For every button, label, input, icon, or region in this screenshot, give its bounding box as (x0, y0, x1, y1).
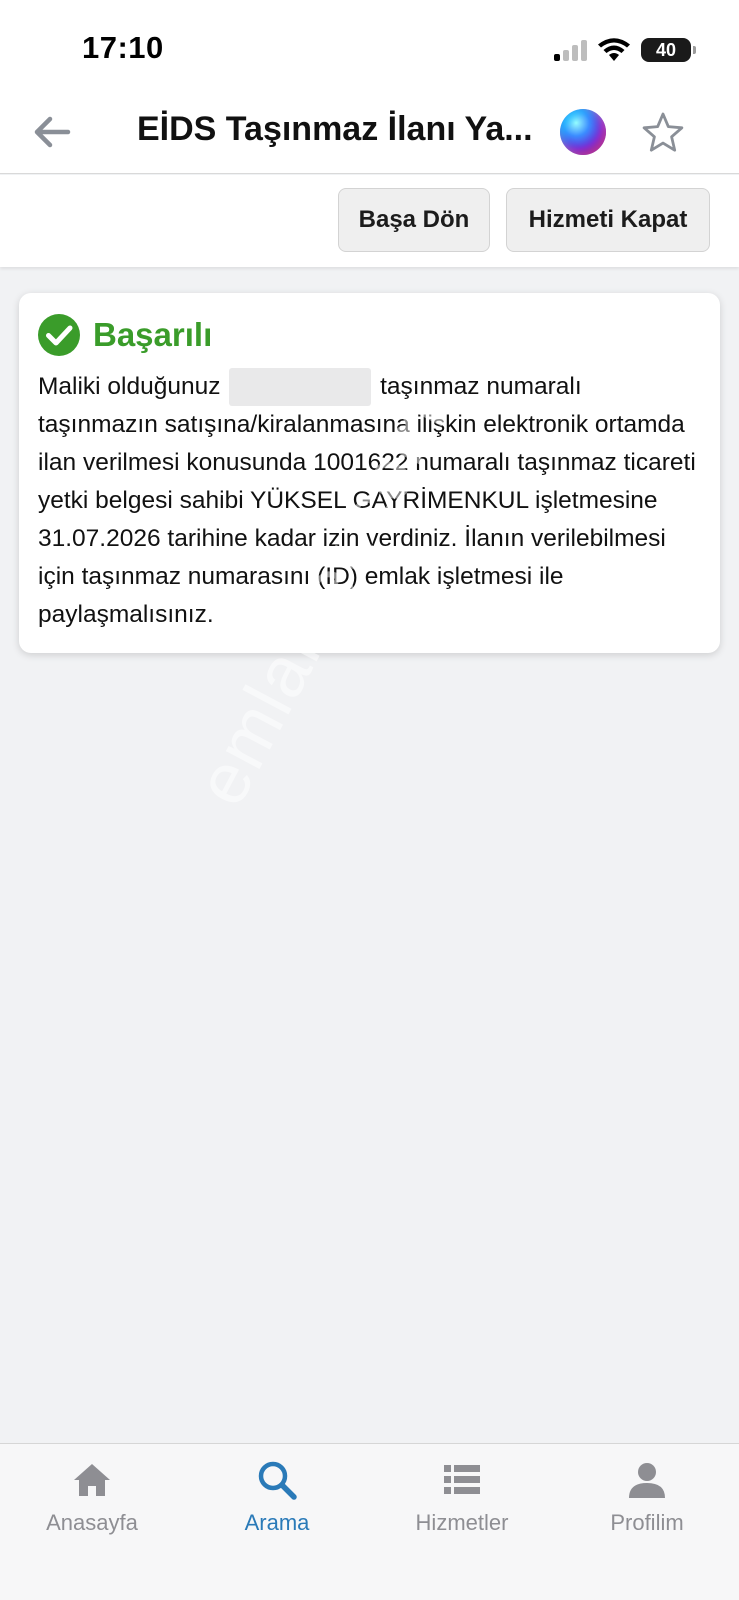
restart-button[interactable]: Başa Dön (338, 188, 490, 252)
search-icon (258, 1461, 297, 1500)
action-bar: Başa Dön Hizmeti Kapat (0, 175, 739, 267)
tab-bar: Anasayfa Arama Hizmetler Profilim (0, 1443, 739, 1600)
battery-icon: 40 (641, 38, 696, 62)
tab-profile-label: Profilim (610, 1510, 684, 1535)
tab-services[interactable]: Hizmetler (387, 1458, 537, 1548)
siri-icon[interactable] (560, 109, 606, 155)
tab-services-label: Hizmetler (415, 1510, 509, 1535)
success-header: Başarılı (37, 313, 212, 357)
status-icons: 40 (554, 34, 696, 66)
cellular-signal-icon (554, 39, 587, 61)
star-icon (642, 112, 684, 152)
tab-profile[interactable]: Profilim (572, 1458, 722, 1548)
home-icon (74, 1464, 110, 1496)
tab-search[interactable]: Arama (202, 1458, 352, 1548)
redacted-property-number (229, 368, 372, 406)
check-circle-icon (38, 314, 80, 356)
message-text-after: taşınmaz numaralı taşınmazın satışına/ki… (38, 373, 696, 628)
page-title: EİDS Taşınmaz İlanı Ya... (137, 110, 533, 148)
status-bar: 17:10 40 (0, 0, 739, 90)
back-button[interactable] (28, 108, 76, 156)
person-icon (629, 1463, 665, 1498)
success-title: Başarılı (93, 316, 213, 353)
wifi-icon (598, 38, 630, 61)
status-time: 17:10 (82, 30, 164, 65)
success-card: Başarılı Maliki olduğunuz taşınmaz numar… (19, 293, 720, 653)
nav-header: EİDS Taşınmaz İlanı Ya... (0, 90, 739, 174)
back-arrow-icon (34, 116, 71, 148)
tab-search-label: Arama (244, 1510, 310, 1535)
success-message: Maliki olduğunuz taşınmaz numaralı taşın… (38, 368, 708, 634)
tab-home-label: Anasayfa (46, 1510, 138, 1535)
close-service-button[interactable]: Hizmeti Kapat (506, 188, 710, 252)
battery-level: 40 (655, 39, 677, 60)
favorite-button[interactable] (640, 110, 686, 156)
tab-home[interactable]: Anasayfa (17, 1458, 167, 1548)
list-icon (444, 1465, 480, 1494)
message-text-before: Maliki olduğunuz (38, 373, 221, 400)
